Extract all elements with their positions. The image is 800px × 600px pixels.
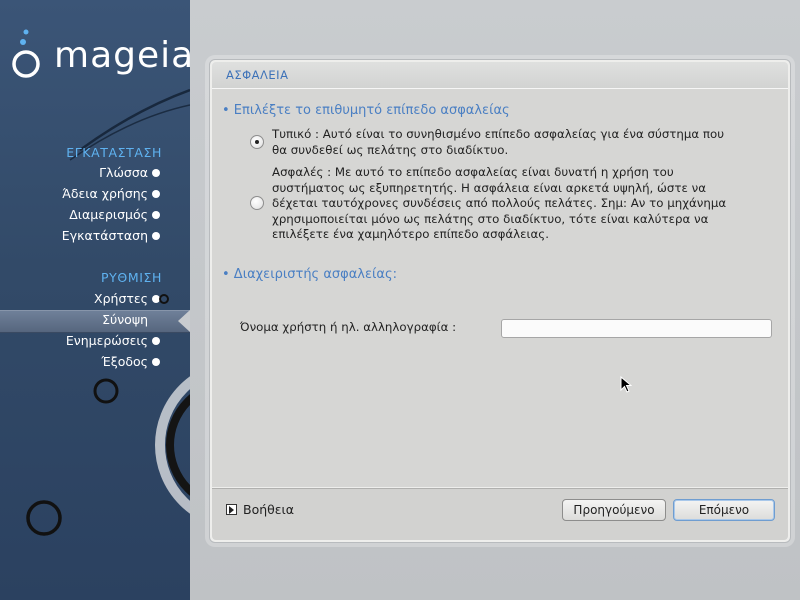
sidebar-step-users: Χρήστες [94, 291, 148, 306]
sidebar-section-configure: ΡΥΘΜΙΣΗ [101, 270, 162, 285]
option-line: θα συνδεθεί ως πελάτης στο διαδίκτυο. [272, 142, 509, 157]
secure-option-text[interactable]: Ασφαλές : Με αυτό το επίπεδο ασφαλείας ε… [272, 165, 772, 243]
sidebar-section-install: ΕΓΚΑΤΑΣΤΑΣΗ [66, 145, 162, 160]
next-button[interactable]: Επόμενο [673, 499, 775, 521]
option-line: δέχεται ταυτόχρονες συνδέσεις από πολλού… [272, 196, 727, 210]
dialog-title: ΑΣΦΑΛΕΙΑ [226, 68, 289, 82]
sidebar-step-installation: Εγκατάσταση [61, 228, 148, 243]
step-done-icon [152, 169, 160, 177]
sidebar-step-language: Γλώσσα [99, 165, 148, 180]
dialog-footer: Βοήθεια Προηγούμενο Επόμενο [212, 488, 788, 540]
dialog-header: ΑΣΦΑΛΕΙΑ [212, 62, 788, 89]
sidebar-step-exit: Έξοδος [101, 354, 148, 369]
secure-radio[interactable] [250, 196, 264, 210]
previous-button[interactable]: Προηγούμενο [562, 499, 666, 521]
expand-arrow-icon [226, 504, 237, 515]
standard-radio[interactable] [250, 135, 264, 149]
step-done-icon [152, 232, 160, 240]
mageia-logo-icon [12, 29, 40, 78]
mouse-pointer-icon [620, 376, 632, 393]
security-admin-input[interactable] [501, 319, 772, 338]
help-label: Βοήθεια [243, 502, 295, 517]
sidebar-step-updates: Ενημερώσεις [65, 333, 148, 348]
mageia-logo: mageia [8, 28, 190, 88]
option-line: συστήματος ως εξυπηρετητής. Η ασφάλεια ε… [272, 180, 706, 195]
logo-text: mageia [54, 35, 190, 76]
security-admin-label: Όνομα χρήστη ή ηλ. αλληλογραφία : [240, 320, 457, 334]
security-admin-title: • Διαχειριστής ασφαλείας: [222, 267, 397, 282]
option-line: Ασφαλές : Με αυτό το επίπεδο ασφαλείας ε… [272, 165, 674, 179]
step-done-icon [152, 211, 160, 219]
option-line: χρησιμοποιείται μόνο ως πελάτης στο διαδ… [272, 211, 709, 226]
dialog-content: • Επιλέξτε το επιθυμητό επίπεδο ασφαλεία… [212, 89, 788, 487]
installer-sidebar: mageia ΕΓΚΑΤΑΣΤΑΣΗ Γλώσσα Άδεια χρήσης Δ… [0, 0, 190, 600]
step-pending-icon [152, 358, 160, 366]
sidebar-active-highlight [0, 310, 190, 333]
current-step-arrow-icon [178, 310, 190, 332]
security-level-title: • Επιλέξτε το επιθυμητό επίπεδο ασφαλεία… [222, 103, 510, 118]
security-dialog: ΑΣΦΑΛΕΙΑ • Επιλέξτε το επιθυμητό επίπεδο… [209, 59, 791, 543]
sidebar-step-license: Άδεια χρήσης [62, 186, 148, 201]
sidebar-step-summary: Σύνοψη [102, 312, 148, 327]
option-line: επιλέξετε ένα χαμηλότερο επίπεδο ασφάλει… [272, 227, 549, 241]
step-done-icon [152, 190, 160, 198]
standard-option-text[interactable]: Τυπικό : Αυτό είναι το συνηθισμένο επίπε… [272, 127, 772, 158]
help-toggle[interactable]: Βοήθεια [226, 502, 294, 517]
step-progress-ring-icon [159, 294, 169, 304]
sidebar-step-partitioning: Διαμερισμός [69, 207, 148, 222]
step-pending-icon [152, 337, 160, 345]
option-line: Τυπικό : Αυτό είναι το συνηθισμένο επίπε… [272, 127, 725, 141]
